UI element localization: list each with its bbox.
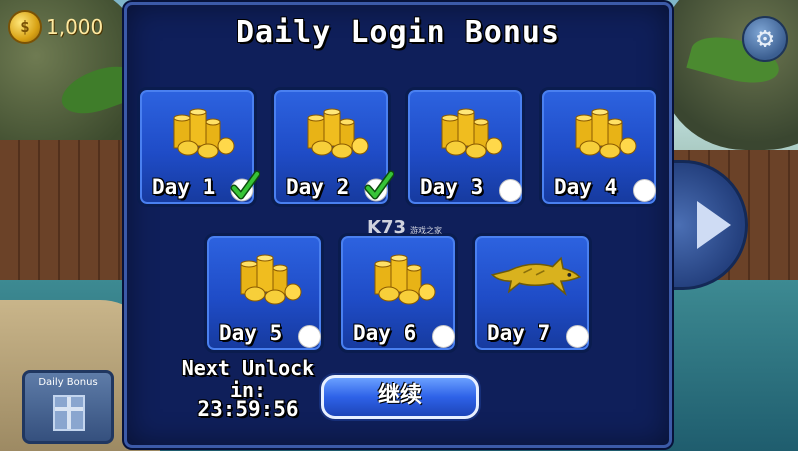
gold-coins-icon xyxy=(575,108,637,159)
dialog-title: Daily Login Bonus xyxy=(235,15,561,50)
day-label: Day 2 xyxy=(286,175,350,199)
day-label: Day 5 xyxy=(219,321,283,345)
day-label: Day 3 xyxy=(420,175,484,199)
unclaimed-circle-icon xyxy=(499,179,522,202)
unclaimed-circle-icon xyxy=(298,325,321,348)
coin-balance: $ 1,000 xyxy=(8,10,103,44)
gold-coins-icon xyxy=(374,254,436,305)
day-card-6[interactable]: Day 6 xyxy=(338,233,458,353)
day-label: Day 1 xyxy=(152,175,216,199)
watermark: K73 游戏之家 xyxy=(367,217,442,238)
day-card-1[interactable]: Day 1 xyxy=(137,87,260,207)
check-icon xyxy=(364,170,394,202)
daily-bonus-label: Daily Bonus xyxy=(38,377,98,388)
day-card-3[interactable]: Day 3 xyxy=(405,87,525,207)
coin-count: 1,000 xyxy=(46,15,104,39)
coin-icon: $ xyxy=(8,10,42,44)
day-card-2[interactable]: Day 2 xyxy=(271,87,394,207)
unlock-timer: 23:59:56 xyxy=(197,397,299,421)
day-label: Day 4 xyxy=(554,175,618,199)
gold-coins-icon xyxy=(441,108,503,159)
watermark-text: K73 xyxy=(367,217,406,238)
gold-coins-icon xyxy=(240,254,302,305)
gold-coins-icon xyxy=(173,108,235,159)
unclaimed-circle-icon xyxy=(432,325,455,348)
wooden-dock-left xyxy=(0,140,140,290)
golden-shark-icon xyxy=(490,256,582,296)
daily-login-bonus-dialog: Daily Login Bonus Day 1 Day 2 Day 3 Day 4 Da… xyxy=(124,2,672,448)
day-label: Day 7 xyxy=(487,321,551,345)
gift-icon xyxy=(53,395,85,431)
day-card-7[interactable]: Day 7 xyxy=(472,233,592,353)
day-card-5[interactable]: Day 5 xyxy=(204,233,324,353)
daily-bonus-button[interactable]: Daily Bonus xyxy=(22,370,114,444)
unclaimed-circle-icon xyxy=(566,325,589,348)
day-label: Day 6 xyxy=(353,321,417,345)
day-card-4[interactable]: Day 4 xyxy=(539,87,659,207)
settings-button[interactable]: ⚙ xyxy=(742,16,788,62)
next-unlock-label: Next Unlock in: xyxy=(181,356,315,402)
unclaimed-circle-icon xyxy=(633,179,656,202)
watermark-subtext: 游戏之家 xyxy=(410,226,442,235)
gold-coins-icon xyxy=(307,108,369,159)
check-icon xyxy=(230,170,260,202)
continue-button[interactable]: 继续 xyxy=(321,375,479,419)
gear-icon: ⚙ xyxy=(756,21,774,54)
